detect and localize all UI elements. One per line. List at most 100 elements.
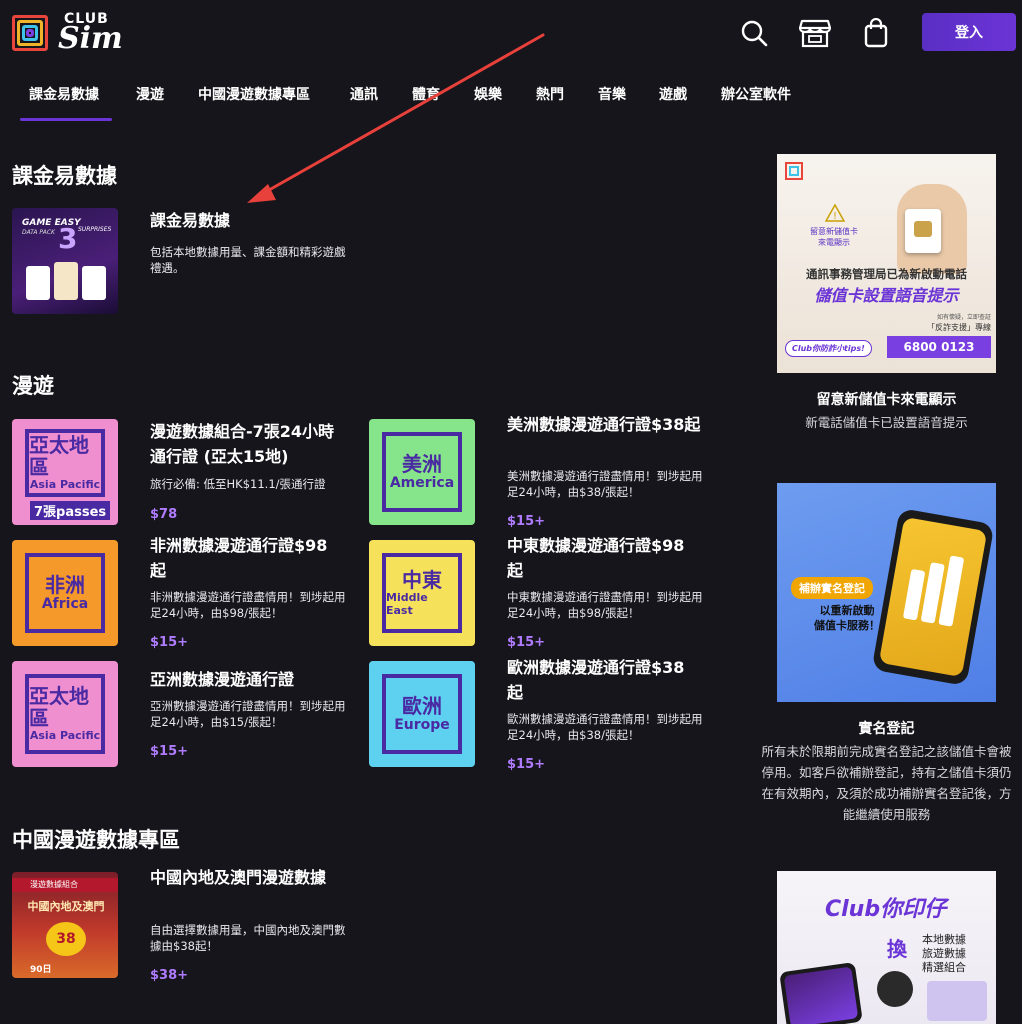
tab-china-roaming[interactable]: 中國漫遊數據專區 (198, 84, 310, 104)
ad1-img-badge: Club你防詐小tips! (785, 340, 872, 357)
thumb-en: Europe (394, 716, 450, 733)
store-icon[interactable] (798, 16, 832, 50)
thumb-days: 90日 (30, 965, 52, 975)
roaming-card-desc: 中東數據漫遊通行證盡情用！到埗起用足24小時，由$98/張起！ (507, 590, 703, 620)
tab-music[interactable]: 音樂 (598, 84, 626, 104)
club-stamp-banner[interactable]: Club你印仔 換 本地數據 旅遊數據 精選組合 (777, 871, 996, 1024)
thumb-zh: 美洲 (402, 451, 442, 476)
gaming-card-desc: 包括本地數據用量、課金額和精彩遊戲禮遇。 (150, 245, 346, 275)
tab-communication[interactable]: 通訊 (350, 84, 378, 104)
anti-fraud-voice-banner[interactable]: ! 留意新儲值卡 來電顯示 通訊事務管理局已為新啟動電話 儲值卡設置語音提示 如… (777, 154, 996, 373)
thumb-card-1 (26, 266, 50, 300)
tab-sports[interactable]: 體育 (412, 84, 440, 104)
china-roaming-thumbnail: 漫遊數據組合 中國內地及澳門 38 90日 (12, 872, 118, 978)
roaming-thumb-europe: 歐洲 Europe (369, 661, 475, 767)
roaming-card-price: $78 (150, 507, 178, 522)
roaming-card-europe[interactable]: 歐洲 Europe 歐洲數據漫遊通行證$38起 歐洲數據漫遊通行證盡情用！到埗起… (369, 655, 709, 775)
section-title-gaming: 課金易數據 (12, 164, 117, 188)
header: CLUB Sim 登入 (0, 0, 1022, 70)
tab-games[interactable]: 遊戲 (659, 84, 687, 104)
thumb-zh: 歐洲 (402, 693, 442, 718)
roaming-card-title: 亞洲數據漫遊通行證 (150, 670, 295, 689)
logo-mark-icon (12, 13, 52, 53)
shopping-bag-icon[interactable] (859, 16, 893, 50)
thumb-surprises-text: SURPRISES (78, 226, 112, 233)
roaming-card-title: 中東數據漫遊通行證$98起 (507, 536, 685, 580)
roaming-card-desc: 旅行必備: 低至HK$11.1/張通行證 (150, 477, 326, 491)
china-card-desc: 自由選擇數據用量，中國內地及澳門數據由$38起！ (150, 923, 346, 953)
gaming-data-thumbnail: GAME EASY DATA PACK 3 SURPRISES (12, 208, 118, 314)
ad1-img-main2: 儲值卡設置語音提示 (814, 286, 959, 305)
thumb-number: 3 (58, 222, 78, 255)
roaming-card-desc: 亞洲數據漫遊通行證盡情用！到埗起用足24小時，由$15/張起！ (150, 699, 346, 729)
active-tab-indicator (20, 118, 112, 121)
roaming-card-title: 漫遊數據組合-7張24小時通行證 (亞太15地) (150, 422, 335, 466)
gift-box-graphic (927, 981, 987, 1021)
gaming-data-card[interactable]: GAME EASY DATA PACK 3 SURPRISES 課金易數據 包括… (12, 208, 352, 314)
thumb-zh: 中東 (402, 567, 442, 592)
real-name-registration-banner[interactable]: 補辦實名登記 以重新啟動 儲值卡服務！ (777, 483, 996, 702)
roaming-card-desc: 美洲數據漫遊通行證盡情用！到埗起用足24小時，由$38/張起！ (507, 469, 703, 499)
thumb-zh: 中國內地及澳門 (27, 900, 105, 913)
roaming-card-price: $15+ (507, 635, 546, 650)
ad3-img-item-1: 本地數據 (922, 933, 966, 946)
roaming-card-asia[interactable]: 亞太地區 Asia Pacific 亞洲數據漫遊通行證 亞洲數據漫遊通行證盡情用… (12, 661, 352, 771)
ad1-img-phone: 6800 0123 (887, 336, 991, 358)
tab-entertainment[interactable]: 娛樂 (474, 84, 502, 104)
roaming-card-middle-east[interactable]: 中東 Middle East 中東數據漫遊通行證$98起 中東數據漫遊通行證盡情… (369, 533, 709, 653)
roaming-card-africa[interactable]: 非洲 Africa 非洲數據漫遊通行證$98起 非洲數據漫遊通行證盡情用！到埗起… (12, 533, 352, 653)
roaming-card-title: 歐洲數據漫遊通行證$38起 (507, 658, 685, 702)
china-macau-roaming-card[interactable]: 漫遊數據組合 中國內地及澳門 38 90日 中國內地及澳門漫遊數據 自由選擇數據… (12, 865, 352, 985)
roaming-card-price: $15+ (507, 514, 546, 529)
thumb-zh: 亞太地區 (29, 433, 89, 480)
tab-office-software[interactable]: 辦公室軟件 (721, 84, 791, 104)
ad2-title[interactable]: 實名登記 (760, 718, 1013, 738)
ad3-img-title: Club你印仔 (825, 897, 947, 922)
thumb-zh: 亞太地區 (29, 684, 89, 731)
phone-graphic (871, 507, 995, 687)
thumb-price-badge: 38 (46, 922, 86, 956)
thumb-tag: 漫遊數據組合 (12, 878, 118, 892)
login-button[interactable]: 登入 (922, 13, 1016, 51)
thumb-card-2 (54, 262, 78, 300)
ad2-img-line1: 以重新啟動 (819, 604, 875, 617)
club-sim-logo-small-icon (785, 162, 807, 184)
search-icon[interactable] (737, 16, 771, 50)
ad3-img-swap: 換 (887, 937, 907, 961)
roaming-thumb-america: 美洲 America (369, 419, 475, 525)
ad1-desc: 新電話儲值卡已設置語音提示 (805, 415, 968, 430)
roaming-card-price: $15+ (507, 757, 546, 772)
roaming-card-asia-pacific-7pass[interactable]: 亞太地區 Asia Pacific 7張passes 漫遊數據組合-7張24小時… (12, 419, 352, 529)
section-title-china: 中國漫遊數據專區 (12, 828, 180, 852)
gaming-card-title: 課金易數據 (150, 211, 231, 230)
tab-popular[interactable]: 熱門 (536, 84, 564, 104)
ad1-img-small: 如有懷疑，立即查証 (936, 314, 991, 321)
roaming-card-price: $15+ (150, 744, 189, 759)
club-sim-logo[interactable]: CLUB Sim (12, 12, 123, 54)
thumb-zh: 非洲 (45, 572, 85, 597)
ad1-img-phone-label: 「反詐支援」專線 (927, 323, 991, 332)
roaming-card-price: $15+ (150, 635, 189, 650)
roaming-thumb-asia: 亞太地區 Asia Pacific (12, 661, 118, 767)
thumb-en: Middle East (386, 590, 428, 617)
roaming-thumb-middle-east: 中東 Middle East (369, 540, 475, 646)
thumb-data-pack-text: DATA PACK (22, 229, 55, 236)
thumb-card-3 (82, 266, 106, 300)
roaming-thumb-africa: 非洲 Africa (12, 540, 118, 646)
ad1-title[interactable]: 留意新儲值卡來電顯示 (760, 389, 1013, 409)
stamp-icon (877, 971, 913, 1007)
tab-gaming-data[interactable]: 課金易數據 (29, 84, 99, 104)
thumb-en: Asia Pacific (29, 729, 101, 743)
logo-sim-text: Sim (58, 21, 123, 56)
ad1-img-line1: 留意新儲值卡 (810, 227, 858, 236)
tab-roaming[interactable]: 漫遊 (136, 84, 164, 104)
sim-card-graphic (905, 209, 941, 253)
svg-text:!: ! (833, 211, 837, 222)
ad3-img-item-3: 精選組合 (922, 961, 966, 974)
ad2-desc: 所有未於限期前完成實名登記之該儲值卡會被停用。如客戶欲補辦登記，持有之儲值卡須仍… (761, 744, 1012, 822)
roaming-card-title: 美洲數據漫遊通行證$38起 (507, 415, 701, 434)
ad2-img-line2: 儲值卡服務！ (814, 619, 880, 632)
warning-icon: ! (824, 203, 846, 222)
roaming-thumb-asia-pacific: 亞太地區 Asia Pacific 7張passes (12, 419, 118, 525)
roaming-card-america[interactable]: 美洲 America 美洲數據漫遊通行證$38起 美洲數據漫遊通行證盡情用！到埗… (369, 412, 709, 532)
